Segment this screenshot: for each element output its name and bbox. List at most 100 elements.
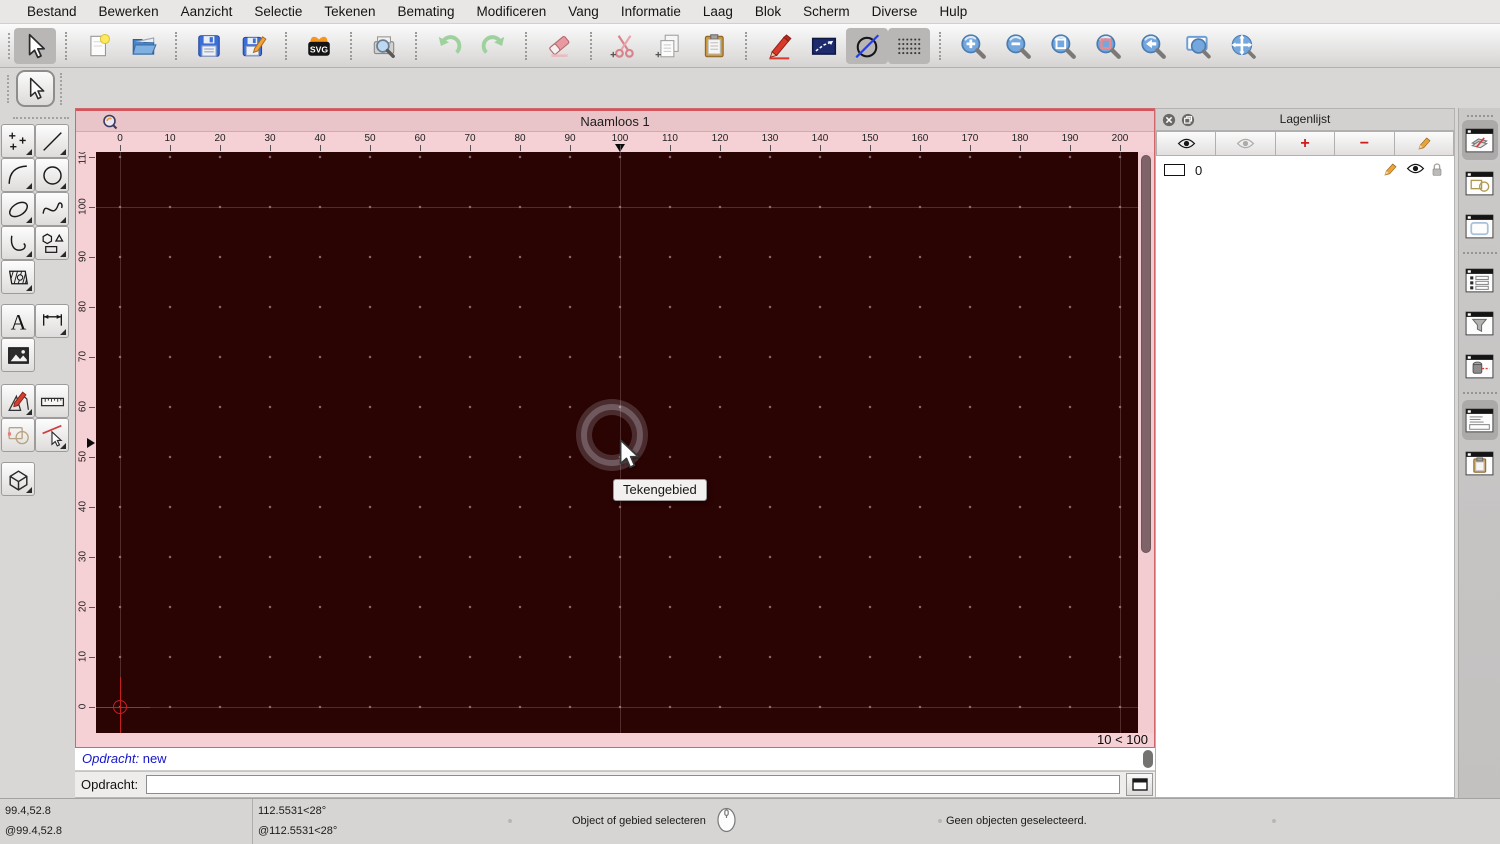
- zoom-in-button[interactable]: [950, 27, 995, 65]
- hruler-label: 100: [611, 133, 629, 144]
- float-panel-icon[interactable]: [1181, 113, 1195, 127]
- undo-button[interactable]: [426, 27, 471, 65]
- layers-panel-button[interactable]: [1461, 120, 1498, 160]
- selection-tool-button[interactable]: [16, 70, 55, 107]
- spline-tool-button[interactable]: [35, 192, 69, 226]
- menu-selectie[interactable]: Selectie: [243, 4, 313, 19]
- blocks-panel-button[interactable]: [1462, 163, 1498, 203]
- menu-blok[interactable]: Blok: [744, 4, 792, 19]
- menu-diverse[interactable]: Diverse: [861, 4, 929, 19]
- svg-export-button[interactable]: SVG: [296, 27, 341, 65]
- menu-bestand[interactable]: Bestand: [16, 4, 88, 19]
- open-button[interactable]: [121, 27, 166, 65]
- layer-visible-icon[interactable]: [1406, 162, 1425, 179]
- menu-tekenen[interactable]: Tekenen: [313, 4, 386, 19]
- hide-all-layers-button[interactable]: [1216, 131, 1276, 156]
- modify-tool-button[interactable]: [1, 384, 35, 418]
- draw-pencil-button[interactable]: [756, 27, 801, 65]
- vruler-label: 100: [77, 198, 89, 215]
- menu-modificeren[interactable]: Modificeren: [466, 4, 558, 19]
- command-input[interactable]: [146, 775, 1120, 794]
- hruler-label: 30: [264, 133, 276, 144]
- palette-drag-handle[interactable]: [13, 117, 69, 119]
- zoom-selected-icon: [1095, 33, 1121, 59]
- circle-tool-button[interactable]: [35, 158, 69, 192]
- measure-tool-button[interactable]: [35, 384, 69, 418]
- library-panel-button[interactable]: [1462, 206, 1498, 246]
- arc-tool-button[interactable]: [1, 158, 35, 192]
- menu-hulp[interactable]: Hulp: [928, 4, 978, 19]
- scrollbar-thumb[interactable]: [1141, 155, 1151, 553]
- text-tool-button[interactable]: A: [1, 304, 35, 338]
- canvas-vertical-scrollbar[interactable]: [1138, 152, 1154, 733]
- shapes-tool-button[interactable]: [35, 226, 69, 260]
- ellipse-tool-button[interactable]: [1, 192, 35, 226]
- edit-layer-icon[interactable]: [1382, 162, 1399, 179]
- points-tool-button[interactable]: [1, 124, 35, 158]
- zoom-window-button[interactable]: [1175, 27, 1220, 65]
- toolbar-drag-handle[interactable]: [8, 32, 10, 59]
- drawing-window-titlebar[interactable]: Naamloos 1: [76, 109, 1154, 132]
- menu-bemating[interactable]: Bemating: [386, 4, 465, 19]
- image-tool-button[interactable]: [1, 338, 35, 372]
- filter-panel-button[interactable]: [1462, 303, 1498, 343]
- redo-button[interactable]: [471, 27, 516, 65]
- layer-color-swatch[interactable]: [1164, 164, 1185, 176]
- light-panel-button[interactable]: [1462, 346, 1498, 386]
- selection-tools-tool-button[interactable]: [1, 418, 35, 452]
- save-button[interactable]: [186, 27, 231, 65]
- dock-drag-handle[interactable]: [1466, 115, 1493, 117]
- menu-vang[interactable]: Vang: [557, 4, 610, 19]
- drawing-canvas[interactable]: Tekengebied: [96, 152, 1138, 733]
- save-as-button[interactable]: [231, 27, 276, 65]
- solid-tool-button[interactable]: [1, 462, 35, 496]
- toolbar-separator: [415, 31, 417, 60]
- vruler-label: 10: [77, 650, 89, 663]
- hruler-tick: [970, 145, 971, 151]
- menu-laag[interactable]: Laag: [692, 4, 744, 19]
- new-button[interactable]: [76, 27, 121, 65]
- dimension-tool-button[interactable]: [35, 304, 69, 338]
- layer-lock-icon[interactable]: [1430, 162, 1447, 179]
- zoom-out-button[interactable]: [995, 27, 1040, 65]
- hruler-label: 170: [961, 133, 979, 144]
- ortho-mode-button[interactable]: [846, 27, 888, 64]
- edit-layer-button[interactable]: [1394, 131, 1455, 156]
- cursor-button[interactable]: [14, 27, 56, 64]
- print-preview-button[interactable]: [361, 27, 406, 65]
- dock-strip: [1458, 108, 1500, 798]
- zoom-selected-button[interactable]: [1085, 27, 1130, 65]
- hatch-tool-button[interactable]: [1, 260, 35, 294]
- polyline-tool-button[interactable]: [1, 226, 35, 260]
- menu-aanzicht[interactable]: Aanzicht: [170, 4, 244, 19]
- command-panel-button[interactable]: [1461, 400, 1498, 440]
- history-scrollbar-thumb[interactable]: [1143, 750, 1153, 768]
- menu-scherm[interactable]: Scherm: [792, 4, 861, 19]
- paste-button[interactable]: [691, 27, 736, 65]
- close-icon[interactable]: [1162, 113, 1176, 127]
- zoom-auto-button[interactable]: [1040, 27, 1085, 65]
- layer-panel-header[interactable]: Lagenlijst: [1156, 109, 1454, 131]
- zoom-previous-button[interactable]: [1130, 27, 1175, 65]
- pencil-icon: [1418, 137, 1431, 149]
- show-all-layers-button[interactable]: [1156, 131, 1217, 156]
- toolbar-drag-handle[interactable]: [7, 75, 9, 103]
- grid-snap-button[interactable]: [888, 27, 930, 64]
- pan-button[interactable]: [1220, 27, 1265, 65]
- menu-informatie[interactable]: Informatie: [610, 4, 692, 19]
- remove-layer-button[interactable]: −: [1335, 131, 1395, 156]
- delete-button[interactable]: [536, 27, 581, 65]
- menu-bar: Bestand Bewerken Aanzicht Selectie Tekenen Be…: [0, 0, 1500, 24]
- line-tool-button[interactable]: [35, 124, 69, 158]
- layer-row[interactable]: 0: [1156, 159, 1454, 181]
- detach-command-line-button[interactable]: [1126, 773, 1153, 796]
- clipboard-panel-button[interactable]: [1462, 443, 1498, 483]
- zoom-out-icon: [1005, 33, 1031, 59]
- add-layer-button[interactable]: +: [1275, 131, 1336, 156]
- attributes-tool-button[interactable]: [35, 418, 69, 452]
- cut-button[interactable]: [601, 27, 646, 65]
- list-panel-button[interactable]: [1462, 260, 1498, 300]
- menu-bewerken[interactable]: Bewerken: [88, 4, 170, 19]
- copy-button[interactable]: [646, 27, 691, 65]
- polyline-mode-button[interactable]: [801, 27, 846, 65]
